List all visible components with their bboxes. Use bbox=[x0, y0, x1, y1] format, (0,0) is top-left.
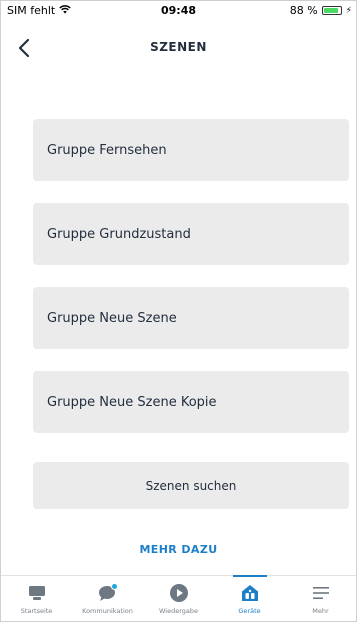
search-scenes-button[interactable]: Szenen suchen bbox=[33, 462, 349, 509]
home-icon bbox=[26, 582, 48, 604]
more-info-link[interactable]: MEHR DAZU bbox=[1, 543, 356, 556]
tab-startseite[interactable]: Startseite bbox=[1, 576, 72, 621]
scene-item[interactable]: Gruppe Neue Szene bbox=[33, 287, 349, 349]
chat-bubble-icon bbox=[97, 582, 119, 604]
tab-label: Startseite bbox=[20, 607, 53, 615]
tab-mehr[interactable]: Mehr bbox=[285, 576, 356, 621]
tab-kommunikation[interactable]: Kommunikation bbox=[72, 576, 143, 621]
scene-label: Gruppe Neue Szene Kopie bbox=[47, 394, 217, 410]
status-bar: SIM fehlt 09:48 88 % ⚡ bbox=[1, 1, 356, 21]
app-screen: SIM fehlt 09:48 88 % ⚡ SZENEN Gruppe Fer… bbox=[0, 0, 357, 622]
header: SZENEN bbox=[1, 23, 356, 73]
active-tab-indicator bbox=[232, 575, 267, 577]
charging-icon: ⚡ bbox=[345, 5, 352, 16]
scene-list: Gruppe Fernsehen Gruppe Grundzustand Gru… bbox=[33, 119, 349, 455]
tab-label: Kommunikation bbox=[82, 607, 133, 615]
scene-label: Gruppe Fernsehen bbox=[47, 142, 167, 158]
menu-icon bbox=[310, 582, 332, 604]
scene-item[interactable]: Gruppe Neue Szene Kopie bbox=[33, 371, 349, 433]
battery-icon bbox=[321, 6, 342, 15]
tab-bar: Startseite Kommunikation Wiedergabe Gerä… bbox=[1, 575, 356, 621]
search-scenes-label: Szenen suchen bbox=[145, 478, 237, 493]
status-right: 88 % ⚡ bbox=[290, 4, 352, 17]
play-icon bbox=[168, 582, 190, 604]
battery-percent: 88 % bbox=[289, 4, 318, 17]
tab-wiedergabe[interactable]: Wiedergabe bbox=[143, 576, 214, 621]
devices-house-icon bbox=[239, 582, 261, 604]
battery-fill bbox=[323, 8, 338, 13]
tab-geraete[interactable]: Geräte bbox=[214, 575, 285, 621]
scene-label: Gruppe Neue Szene bbox=[47, 310, 177, 326]
scene-label: Gruppe Grundzustand bbox=[47, 226, 191, 242]
scene-item[interactable]: Gruppe Fernsehen bbox=[33, 119, 349, 181]
tab-label: Mehr bbox=[312, 607, 329, 615]
page-title: SZENEN bbox=[150, 40, 207, 54]
tab-label: Geräte bbox=[238, 607, 261, 615]
tab-label: Wiedergabe bbox=[158, 607, 198, 615]
scene-item[interactable]: Gruppe Grundzustand bbox=[33, 203, 349, 265]
